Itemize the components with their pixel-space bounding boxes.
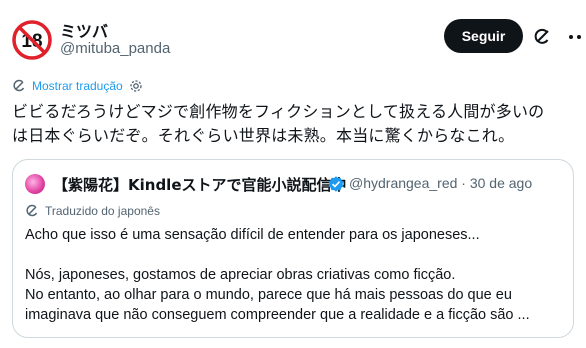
translated-row: Traduzido do japonês [25,204,160,218]
author-handle[interactable]: @mituba_panda [60,40,170,57]
verified-badge-icon [328,176,344,192]
avatar[interactable]: 18 [12,20,52,60]
follow-button[interactable]: Seguir [444,19,523,53]
more-options-icon[interactable] [561,27,583,47]
show-translation-link[interactable]: Mostrar tradução [32,79,123,93]
grok-icon[interactable] [532,27,552,47]
tweet-text-line: は日本ぐらいだぞ。それぐらい世界は未熟。本当に驚くからなこれ。 [12,126,515,145]
quoted-paragraph: No entanto, ao olhar para o mundo, parec… [25,287,512,303]
quoted-author-name[interactable]: 【紫陽花】Kindleストアで官能小説配信中 [53,174,347,195]
quoted-paragraph: Acho que isso é uma sensação difícil de … [25,227,480,243]
translate-icon [26,204,38,217]
gear-icon[interactable] [129,79,143,93]
quoted-avatar[interactable] [25,174,45,194]
show-translation-row[interactable]: Mostrar tradução [12,79,143,93]
quoted-handle-time[interactable]: @hydrangea_red · 30 de ago [349,175,532,191]
quoted-paragraph: Nós, japoneses, gostamos de apreciar obr… [25,267,456,283]
translated-label: Traduzido do japonês [45,204,160,218]
author-name[interactable]: ミツバ [60,18,108,42]
age-18-badge-icon: 18 [12,20,52,60]
translate-icon [13,79,25,92]
quoted-tweet[interactable]: 【紫陽花】Kindleストアで官能小説配信中 @hydrangea_red · … [12,159,574,338]
quoted-tweet-text: Acho que isso é uma sensação difícil de … [25,225,565,325]
quoted-paragraph: imaginava que não conseguem compreender … [25,307,530,323]
tweet-text: ビビるだろうけどマジで創作物をフィクションとして扱える人間が多いの は日本ぐらい… [12,100,578,148]
tweet-text-line: ビビるだろうけどマジで創作物をフィクションとして扱える人間が多いの [12,102,545,121]
